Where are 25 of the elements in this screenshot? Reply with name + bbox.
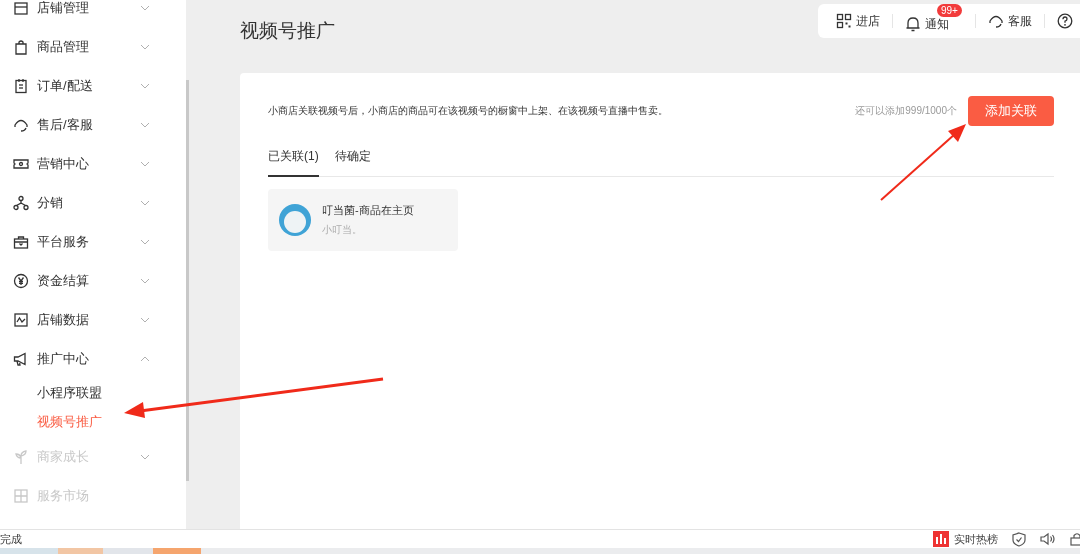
description-text: 小商店关联视频号后，小商店的商品可在该视频号的橱窗中上架、在该视频号直播中售卖。 [268, 104, 669, 118]
toolbar-button[interactable]: 进店 [836, 12, 880, 30]
channel-name: 叮当菌-商品在主页 [322, 203, 414, 218]
toolbar-button[interactable]: 通知 99+ [905, 4, 963, 38]
tab[interactable]: 已关联(1) [268, 148, 319, 177]
menu-item[interactable]: 商品管理 [0, 27, 186, 66]
submenu-item[interactable]: 小程序联盟 [0, 378, 186, 408]
page-title: 视频号推广 [240, 19, 335, 43]
tab[interactable]: 待确定 [334, 148, 371, 177]
channel-card[interactable]: 叮当菌-商品在主页 小叮当。 [268, 189, 458, 251]
menu-item[interactable]: 店铺管理 [0, 0, 186, 27]
menu-item[interactable]: 平台服务 [0, 222, 186, 261]
toolbar-button[interactable]: 客服 [988, 12, 1032, 30]
menu-item[interactable]: 分销 [0, 183, 186, 222]
quota-text: 还可以添加999/1000个 [855, 104, 957, 118]
status-text: 完成 [0, 531, 22, 547]
menu-item[interactable]: 店铺数据 [0, 300, 186, 339]
menu-item[interactable]: 营销中心 [0, 144, 186, 183]
channel-subtitle: 小叮当。 [322, 223, 363, 237]
menu-item[interactable]: 推广中心 [0, 339, 186, 378]
hot-list-link[interactable]: 实时热榜 [954, 531, 998, 547]
menu-item[interactable]: 售后/客服 [0, 105, 186, 144]
count-badge: 99+ [937, 4, 962, 17]
menu-item[interactable]: 订单/配送 [0, 66, 186, 105]
menu-item[interactable]: 资金结算 [0, 261, 186, 300]
